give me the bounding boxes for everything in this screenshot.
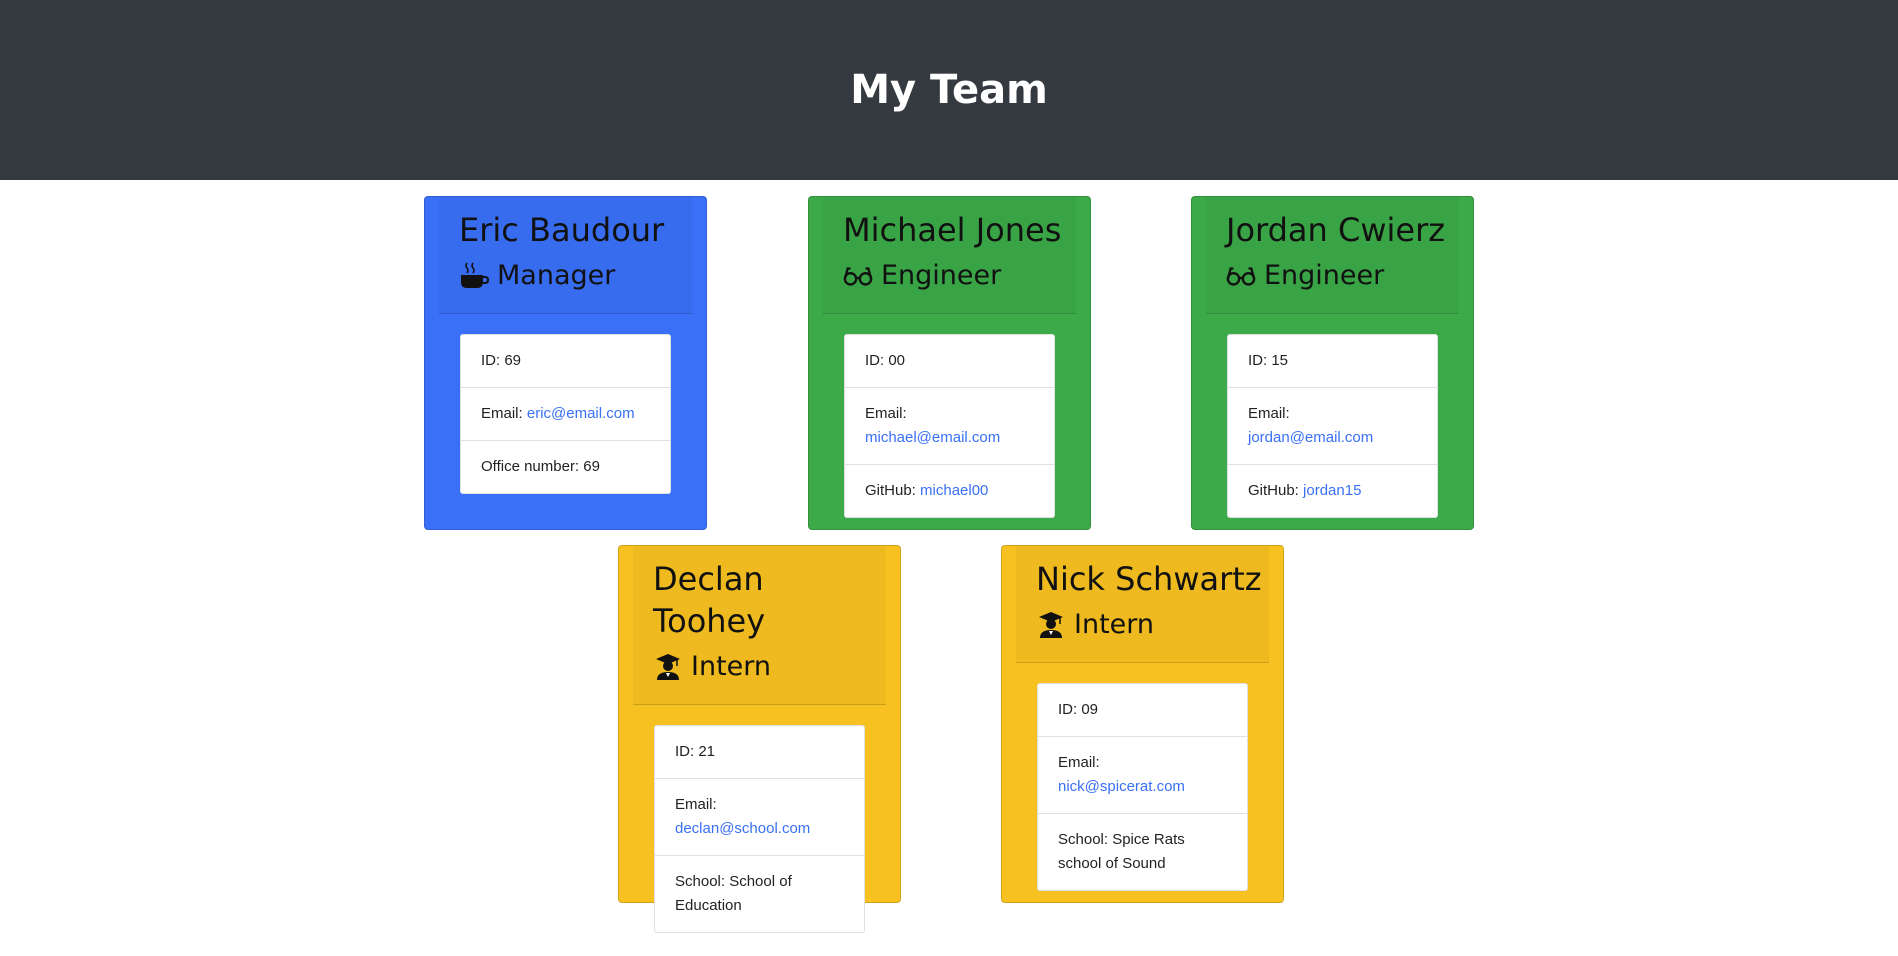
employee-id: ID: 09 — [1038, 684, 1247, 737]
employee-email-row: Email: declan@school.com — [655, 779, 864, 856]
employee-details: ID: 69 Email: eric@email.com Office numb… — [460, 334, 671, 494]
employee-name: Declan Toohey — [653, 560, 766, 640]
employee-role-label: Engineer — [881, 260, 1002, 291]
email-label: Email: — [675, 796, 717, 813]
email-link[interactable]: michael@email.com — [865, 429, 1000, 446]
employee-card: Michael Jones Engineer ID: 00 Email: mic… — [808, 196, 1091, 530]
school: School: School of Education — [675, 873, 792, 914]
email-label: Email: — [1248, 405, 1290, 422]
employee-name: Michael Jones — [843, 211, 1062, 249]
card-body: ID: 15 Email: jordan@email.com GitHub: j… — [1192, 314, 1473, 538]
card-body: ID: 21 Email: declan@school.com School: … — [619, 705, 900, 953]
employee-role-label: Engineer — [1264, 260, 1385, 291]
email-label: Email: — [1058, 754, 1100, 771]
email-link[interactable]: declan@school.com — [675, 820, 810, 837]
github-link[interactable]: michael00 — [920, 482, 988, 499]
email-label: Email: — [481, 405, 523, 422]
coffee-icon — [459, 261, 489, 291]
card-header: Declan Toohey Intern — [633, 546, 886, 705]
employee-role: Engineer — [1226, 259, 1459, 293]
employee-id: ID: 15 — [1228, 335, 1437, 388]
employee-details: ID: 00 Email: michael@email.com GitHub: … — [844, 334, 1055, 518]
card-header: Nick Schwartz Intern — [1016, 546, 1269, 663]
employee-name: Eric Baudour — [459, 211, 665, 249]
email-label: Email: — [865, 405, 907, 422]
page-title: My Team — [850, 67, 1048, 113]
card-body: ID: 00 Email: michael@email.com GitHub: … — [809, 314, 1090, 538]
employee-card: Nick Schwartz Intern ID: 09 Email: nick@… — [1001, 545, 1284, 903]
employee-id: ID: 21 — [655, 726, 864, 779]
card-header: Eric Baudour Manager — [439, 197, 692, 314]
glasses-icon — [1226, 261, 1256, 291]
employee-email-row: Email: michael@email.com — [845, 388, 1054, 465]
employee-details: ID: 09 Email: nick@spicerat.com School: … — [1037, 683, 1248, 891]
github-row: GitHub: michael00 — [845, 465, 1054, 517]
employee-name: Nick Schwartz — [1036, 560, 1262, 598]
team-grid: Eric Baudour Manager ID: 69 Email: eric@… — [0, 180, 1898, 956]
card-header: Michael Jones Engineer — [823, 197, 1076, 314]
github-row: GitHub: jordan15 — [1228, 465, 1437, 517]
graduate-icon — [653, 652, 683, 682]
employee-role: Intern — [653, 650, 886, 684]
school: School: Spice Rats school of Sound — [1058, 831, 1185, 872]
card-body: ID: 69 Email: eric@email.com Office numb… — [425, 314, 706, 514]
glasses-icon — [843, 261, 873, 291]
employee-card: Declan Toohey Intern ID: 21 Email: decla… — [618, 545, 901, 933]
github-link[interactable]: jordan15 — [1303, 482, 1361, 499]
employee-card: Eric Baudour Manager ID: 69 Email: eric@… — [424, 196, 707, 530]
employee-role: Engineer — [843, 259, 1076, 293]
employee-details: ID: 15 Email: jordan@email.com GitHub: j… — [1227, 334, 1438, 518]
employee-email-row: Email: nick@spicerat.com — [1038, 737, 1247, 814]
employee-id: ID: 69 — [461, 335, 670, 388]
graduate-icon — [1036, 610, 1066, 640]
employee-role: Manager — [459, 259, 692, 293]
github-label: GitHub: — [1248, 482, 1299, 499]
page-header: My Team — [0, 0, 1898, 180]
github-label: GitHub: — [865, 482, 916, 499]
office-number: Office number: 69 — [481, 458, 600, 475]
card-header: Jordan Cwierz Engineer — [1206, 197, 1459, 314]
email-link[interactable]: eric@email.com — [527, 405, 635, 422]
employee-role-label: Intern — [691, 651, 772, 682]
employee-role-label: Manager — [497, 260, 616, 291]
employee-role-label: Intern — [1074, 609, 1155, 640]
employee-id: ID: 00 — [845, 335, 1054, 388]
email-link[interactable]: jordan@email.com — [1248, 429, 1373, 446]
email-link[interactable]: nick@spicerat.com — [1058, 778, 1185, 795]
employee-details: ID: 21 Email: declan@school.com School: … — [654, 725, 865, 933]
employee-card: Jordan Cwierz Engineer ID: 15 Email: jor… — [1191, 196, 1474, 530]
employee-email-row: Email: eric@email.com — [461, 388, 670, 441]
card-body: ID: 09 Email: nick@spicerat.com School: … — [1002, 663, 1283, 911]
employee-name: Jordan Cwierz — [1226, 211, 1446, 249]
employee-role: Intern — [1036, 608, 1269, 642]
employee-email-row: Email: jordan@email.com — [1228, 388, 1437, 465]
